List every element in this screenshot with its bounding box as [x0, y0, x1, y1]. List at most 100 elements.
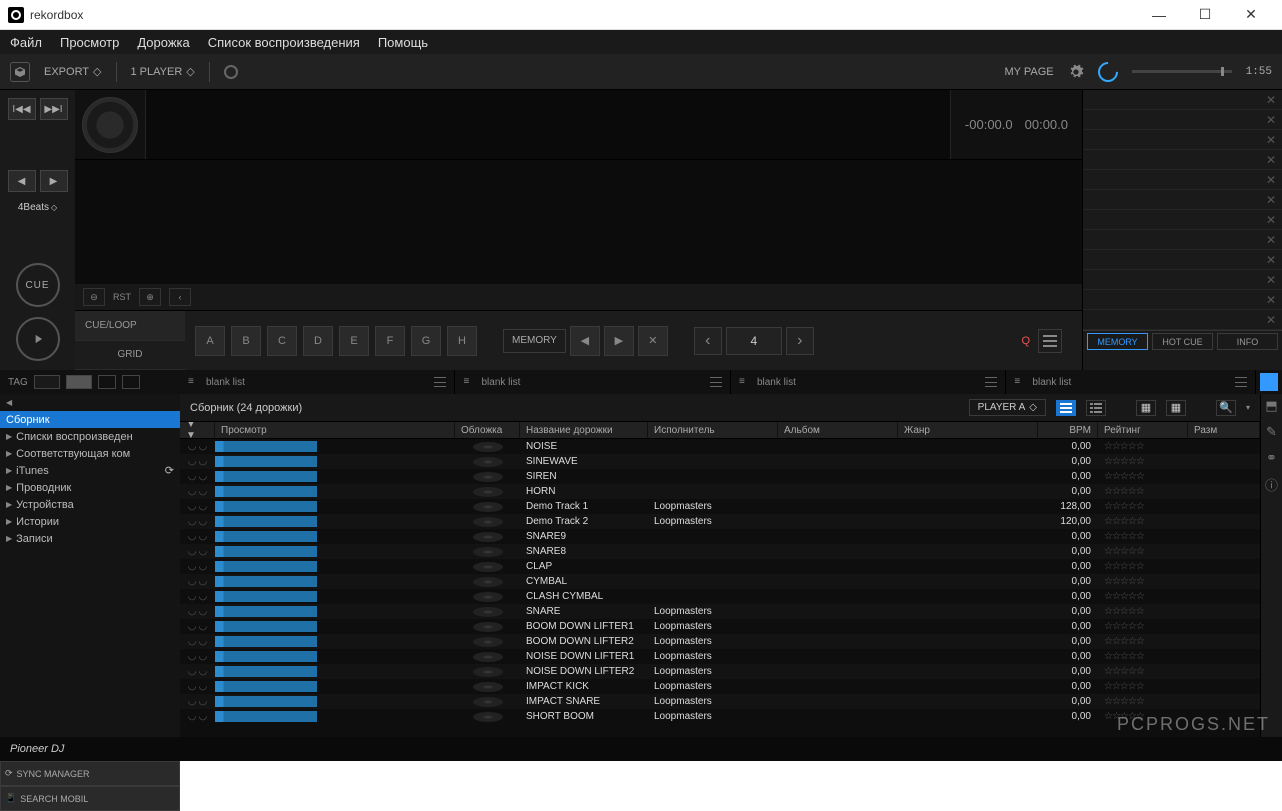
blank-list-2[interactable]: ≡blank list — [455, 370, 730, 394]
zoom-reset[interactable]: RST — [113, 292, 131, 302]
cue-slot[interactable]: ✕ — [1083, 210, 1282, 230]
loop-half-button[interactable]: ‹ — [694, 327, 722, 355]
cell-rating[interactable]: ☆☆☆☆☆ — [1098, 649, 1188, 664]
search-icon[interactable]: 🔍 — [1216, 400, 1236, 416]
volume-slider[interactable] — [1132, 70, 1232, 73]
cue-menu-icon[interactable] — [1038, 329, 1062, 353]
table-row[interactable]: ◡◡SNARELoopmasters0,00☆☆☆☆☆ — [180, 604, 1260, 619]
menu-help[interactable]: Помощь — [378, 35, 428, 50]
quantize-icon[interactable]: Q — [1021, 335, 1030, 347]
table-row[interactable]: ◡◡NOISE0,00☆☆☆☆☆ — [180, 439, 1260, 454]
cue-slot[interactable]: ✕ — [1083, 250, 1282, 270]
table-row[interactable]: ◡◡Demo Track 2Loopmasters120,00☆☆☆☆☆ — [180, 514, 1260, 529]
tree-item[interactable]: ▶Устройства — [0, 496, 180, 513]
memory-next-button[interactable]: ▶ — [604, 326, 634, 356]
next-track-button[interactable]: ▶▶I — [40, 98, 68, 120]
blank-list-3[interactable]: ≡blank list — [731, 370, 1006, 394]
cell-rating[interactable]: ☆☆☆☆☆ — [1098, 559, 1188, 574]
table-row[interactable]: ◡◡NOISE DOWN LIFTER1Loopmasters0,00☆☆☆☆☆ — [180, 649, 1260, 664]
cell-rating[interactable]: ☆☆☆☆☆ — [1098, 709, 1188, 724]
table-row[interactable]: ◡◡BOOM DOWN LIFTER1Loopmasters0,00☆☆☆☆☆ — [180, 619, 1260, 634]
tab-grid[interactable]: GRID — [75, 341, 185, 371]
cell-rating[interactable]: ☆☆☆☆☆ — [1098, 454, 1188, 469]
table-row[interactable]: ◡◡CLASH CYMBAL0,00☆☆☆☆☆ — [180, 589, 1260, 604]
table-row[interactable]: ◡◡SNARE90,00☆☆☆☆☆ — [180, 529, 1260, 544]
cue-slot[interactable]: ✕ — [1083, 270, 1282, 290]
hotcue-b[interactable]: B — [231, 326, 261, 356]
app-icon[interactable] — [10, 62, 30, 82]
col-bpm[interactable]: BPM — [1038, 422, 1098, 438]
cue-slot[interactable]: ✕ — [1083, 110, 1282, 130]
cue-slot[interactable]: ✕ — [1083, 150, 1282, 170]
cell-rating[interactable]: ☆☆☆☆☆ — [1098, 589, 1188, 604]
cell-rating[interactable]: ☆☆☆☆☆ — [1098, 574, 1188, 589]
table-row[interactable]: ◡◡CYMBAL0,00☆☆☆☆☆ — [180, 574, 1260, 589]
settings-icon[interactable] — [1068, 64, 1084, 80]
overview-waveform[interactable] — [145, 90, 951, 159]
cue-slot[interactable]: ✕ — [1083, 230, 1282, 250]
cell-rating[interactable]: ☆☆☆☆☆ — [1098, 469, 1188, 484]
table-row[interactable]: ◡◡CLAP0,00☆☆☆☆☆ — [180, 559, 1260, 574]
wave-back-button[interactable]: ‹ — [169, 288, 191, 306]
table-row[interactable]: ◡◡BOOM DOWN LIFTER2Loopmasters0,00☆☆☆☆☆ — [180, 634, 1260, 649]
blank-list-4[interactable]: ≡blank list — [1006, 370, 1256, 394]
memory-delete-button[interactable]: ✕ — [638, 326, 668, 356]
view-list-icon[interactable] — [98, 375, 116, 389]
tab-info[interactable]: INFO — [1217, 333, 1278, 350]
cue-slot[interactable]: ✕ — [1083, 130, 1282, 150]
info-icon[interactable]: ⓘ — [1264, 476, 1280, 492]
tree-item[interactable]: ▶Проводник — [0, 479, 180, 496]
jog-wheel[interactable] — [82, 97, 138, 153]
col-rating[interactable]: Рейтинг — [1098, 422, 1188, 438]
cell-rating[interactable]: ☆☆☆☆☆ — [1098, 484, 1188, 499]
menu-track[interactable]: Дорожка — [137, 35, 189, 50]
table-row[interactable]: ◡◡IMPACT SNARELoopmasters0,00☆☆☆☆☆ — [180, 694, 1260, 709]
col-filter[interactable]: ▼ ▼ — [180, 422, 215, 438]
mode-export[interactable]: EXPORT◇ — [44, 65, 102, 78]
tree-item[interactable]: Сборник — [0, 411, 180, 428]
cell-rating[interactable]: ☆☆☆☆☆ — [1098, 679, 1188, 694]
table-row[interactable]: ◡◡HORN0,00☆☆☆☆☆ — [180, 484, 1260, 499]
nudge-back-button[interactable]: ◀ — [8, 170, 36, 192]
prev-track-button[interactable]: I◀◀ — [8, 98, 36, 120]
table-row[interactable]: ◡◡SHORT BOOMLoopmasters0,00☆☆☆☆☆ — [180, 709, 1260, 724]
mypage-link[interactable]: MY PAGE — [1004, 66, 1053, 78]
table-row[interactable]: ◡◡IMPACT KICKLoopmasters0,00☆☆☆☆☆ — [180, 679, 1260, 694]
tag-edit-icon[interactable]: ✎ — [1264, 424, 1280, 440]
tree-item[interactable]: ▶Соответствующая ком — [0, 445, 180, 462]
table-row[interactable]: ◡◡SINEWAVE0,00☆☆☆☆☆ — [180, 454, 1260, 469]
menu-file[interactable]: Файл — [10, 35, 42, 50]
loop-length[interactable]: 4 — [726, 327, 782, 355]
hotcue-a[interactable]: A — [195, 326, 225, 356]
tree-item[interactable]: ▶iTunes⟳ — [0, 462, 180, 479]
col-preview[interactable]: Просмотр — [215, 422, 455, 438]
tree-item[interactable]: ▶Истории — [0, 513, 180, 530]
col-artwork[interactable]: Обложка — [455, 422, 520, 438]
tag-color-2[interactable] — [66, 375, 92, 389]
cue-slot[interactable]: ✕ — [1083, 170, 1282, 190]
tag-color-1[interactable] — [34, 375, 60, 389]
cell-rating[interactable]: ☆☆☆☆☆ — [1098, 634, 1188, 649]
view-grid1-icon[interactable]: ▦ — [1136, 400, 1156, 416]
col-album[interactable]: Альбом — [778, 422, 898, 438]
zoom-out-icon[interactable]: ⊖ — [83, 288, 105, 306]
tree-item[interactable]: ▶Записи — [0, 530, 180, 547]
close-button[interactable]: ✕ — [1228, 0, 1274, 30]
related-icon[interactable]: ⬒ — [1264, 398, 1280, 414]
cell-rating[interactable]: ☆☆☆☆☆ — [1098, 604, 1188, 619]
cell-rating[interactable]: ☆☆☆☆☆ — [1098, 514, 1188, 529]
main-waveform[interactable] — [75, 160, 1082, 284]
hotcue-d[interactable]: D — [303, 326, 333, 356]
view-rows-icon[interactable] — [1056, 400, 1076, 416]
col-title[interactable]: Название дорожки — [520, 422, 648, 438]
tree-item[interactable]: ▶Списки воспроизведен — [0, 428, 180, 445]
loop-double-button[interactable]: › — [786, 327, 814, 355]
menu-playlist[interactable]: Список воспроизведения — [208, 35, 360, 50]
play-button[interactable] — [16, 317, 60, 361]
sync-manager-button[interactable]: ⟳SYNC MANAGER — [0, 761, 180, 786]
link-icon[interactable]: ⚭ — [1264, 450, 1280, 466]
memory-prev-button[interactable]: ◀ — [570, 326, 600, 356]
player-select[interactable]: PLAYER A◇ — [969, 399, 1046, 416]
hotcue-e[interactable]: E — [339, 326, 369, 356]
hotcue-f[interactable]: F — [375, 326, 405, 356]
